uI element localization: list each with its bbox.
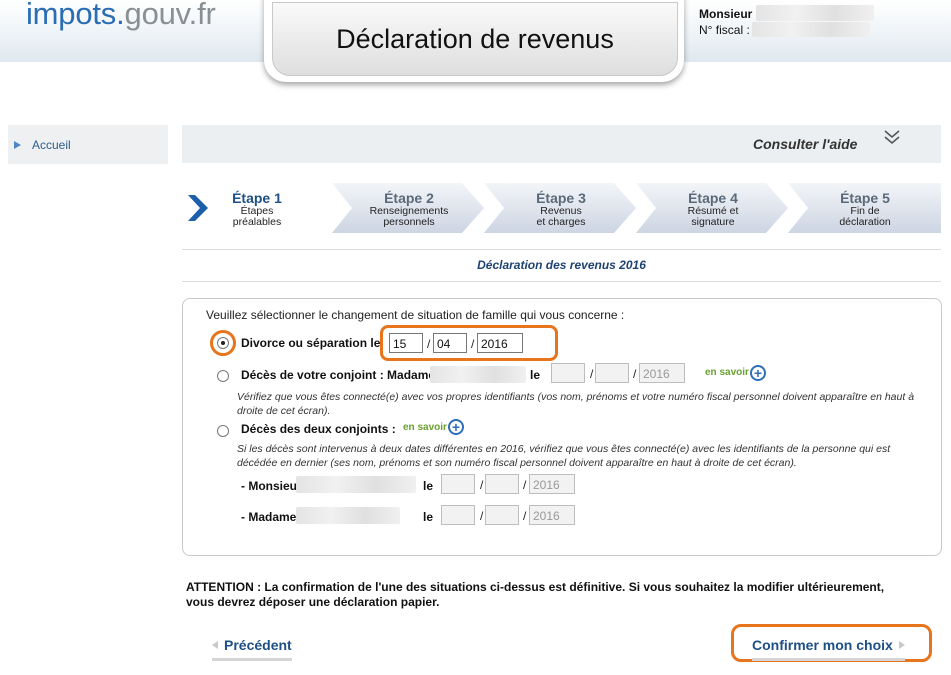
- divorce-year-input[interactable]: 2016: [477, 333, 523, 353]
- madame-death-day-input[interactable]: [441, 505, 475, 525]
- learn-more-link[interactable]: en savoir: [705, 367, 749, 378]
- monsieur-death-day-input[interactable]: [441, 474, 475, 494]
- form-intro: Veuillez sélectionner le changement de s…: [206, 308, 625, 322]
- spouse-name-redacted: [430, 366, 526, 383]
- help-link[interactable]: Consulter l'aide: [753, 136, 857, 152]
- radio-both-death[interactable]: [217, 425, 229, 437]
- radio-spouse-death[interactable]: [217, 370, 229, 382]
- date-le-label: le: [423, 510, 434, 524]
- step-label-line2: déclaration: [839, 216, 891, 228]
- triangle-right-icon: [14, 140, 21, 149]
- date-separator: /: [427, 337, 431, 351]
- date-le-label: le: [423, 479, 434, 493]
- spouse-death-note: Vérifiez que vous êtes connecté(e) avec …: [237, 391, 915, 417]
- triangle-right-icon: [898, 641, 905, 649]
- date-separator: /: [590, 367, 594, 381]
- monsieur-label: - Monsieu: [241, 479, 297, 493]
- both-death-note: Si les décès sont intervenus à deux date…: [237, 443, 891, 469]
- madame-name-redacted: [296, 507, 400, 524]
- date-separator: /: [480, 509, 484, 523]
- fiscal-number-redacted: [752, 22, 870, 37]
- option-divorce-label: Divorce ou séparation le: [241, 336, 381, 350]
- double-chevron-down-icon[interactable]: [882, 129, 902, 145]
- learn-more-link[interactable]: en savoir: [403, 422, 447, 433]
- step-4: Étape 4 Résumé et signature: [636, 183, 788, 233]
- date-separator: /: [523, 478, 527, 492]
- madame-label: - Madame: [241, 510, 297, 524]
- fiscal-number-label: N° fiscal :: [699, 23, 750, 37]
- sidebar-item-label: Accueil: [32, 137, 71, 152]
- previous-button[interactable]: Précédent: [212, 632, 292, 661]
- confirm-button-label: Confirmer mon choix: [752, 637, 893, 653]
- plus-circle-icon[interactable]: +: [750, 365, 766, 381]
- step-label-line2: et charges: [536, 216, 586, 228]
- monsieur-death-year-input[interactable]: 2016: [529, 474, 575, 494]
- radio-divorce[interactable]: [217, 337, 229, 349]
- page-title: Déclaration de revenus: [272, 2, 678, 76]
- step-number: Étape 3: [536, 190, 586, 206]
- madame-death-year-input[interactable]: 2016: [529, 505, 575, 525]
- divider: [182, 281, 941, 282]
- plus-circle-icon[interactable]: +: [448, 419, 464, 435]
- previous-button-label: Précédent: [224, 637, 292, 653]
- confirm-button[interactable]: Confirmer mon choix: [752, 632, 905, 661]
- date-le-label: le: [530, 368, 541, 382]
- divorce-day-input[interactable]: 15: [389, 333, 423, 353]
- monsieur-death-month-input[interactable]: [485, 474, 519, 494]
- date-separator: /: [480, 478, 484, 492]
- spouse-death-month-input[interactable]: [595, 363, 629, 383]
- date-separator: /: [523, 509, 527, 523]
- sidebar-item-home[interactable]: Accueil: [8, 125, 168, 164]
- divider: [182, 249, 941, 250]
- madame-death-month-input[interactable]: [485, 505, 519, 525]
- divorce-month-input[interactable]: 04: [433, 333, 467, 353]
- spouse-death-year-input[interactable]: 2016: [639, 363, 685, 383]
- step-number: Étape 1: [232, 190, 282, 206]
- site-logo[interactable]: impots.gouv.fr: [26, 0, 216, 32]
- declaration-title: Déclaration des revenus 2016: [477, 258, 646, 272]
- step-number: Étape 4: [688, 190, 738, 206]
- user-name-redacted: [756, 5, 874, 21]
- step-label-line2: personnels: [383, 216, 435, 228]
- step-number: Étape 5: [840, 190, 890, 206]
- step-3: Étape 3 Revenus et charges: [484, 183, 636, 233]
- triangle-left-icon: [212, 641, 218, 649]
- warning-text: ATTENTION : La confirmation de l'une des…: [186, 580, 885, 609]
- date-separator: /: [633, 367, 637, 381]
- step-number: Étape 2: [384, 190, 434, 206]
- user-title: Monsieur: [699, 7, 753, 21]
- step-2: Étape 2 Renseignements personnels: [332, 183, 484, 233]
- monsieur-name-redacted: [296, 476, 416, 493]
- option-both-death-label: Décès des deux conjoints :: [241, 422, 396, 436]
- step-5: Étape 5 Fin de déclaration: [788, 183, 941, 233]
- spouse-death-day-input[interactable]: [551, 363, 585, 383]
- step-label-line2: signature: [691, 216, 735, 228]
- option-spouse-death-label: Décès de votre conjoint : Madame: [241, 368, 436, 382]
- step-1: Étape 1 Étapes préalables: [182, 183, 332, 233]
- date-separator: /: [471, 337, 475, 351]
- step-label-line2: préalables: [232, 216, 282, 228]
